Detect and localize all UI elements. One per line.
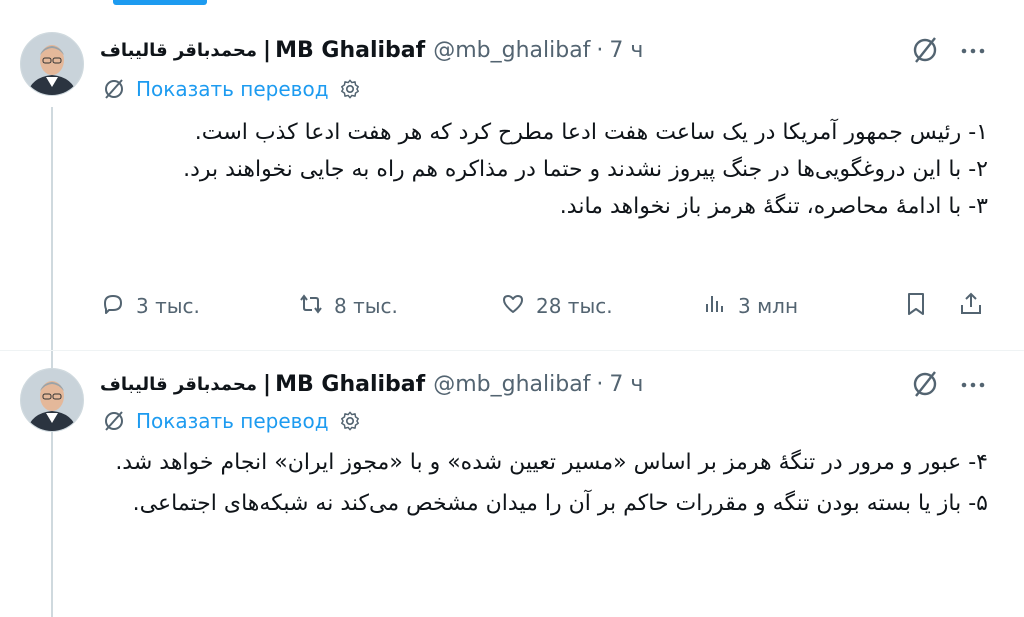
translate-icon	[102, 77, 126, 101]
gear-icon[interactable]	[339, 78, 361, 100]
tweet-line: ۳- با ادامهٔ محاصره، تنگهٔ هرمز باز نخوا…	[559, 194, 988, 219]
tweet-actions: 3 тыс. 8 тыс. 28 тыс. 3 млн	[100, 288, 988, 324]
reply-count: 3 тыс.	[136, 294, 200, 318]
show-translation-link[interactable]: Показать перевод	[102, 74, 361, 104]
more-icon[interactable]	[956, 35, 990, 65]
author-name-fa[interactable]: محمدباقر قالیباف	[100, 374, 257, 395]
like-count: 28 тыс.	[536, 294, 613, 318]
timestamp[interactable]: 7 ч	[609, 38, 643, 63]
timestamp[interactable]: 7 ч	[609, 372, 643, 397]
name-separator: |	[263, 371, 272, 397]
views-count: 3 млн	[738, 294, 799, 318]
name-separator: |	[263, 37, 272, 63]
tweet-line: ۱- رئیس جمهور آمریکا در یک ساعت هفت ادعا…	[194, 120, 988, 145]
tweet-text: ۱- رئیس جمهور آمریکا در یک ساعت هفت ادعا…	[100, 114, 988, 225]
views-icon	[702, 291, 738, 322]
reply-button[interactable]: 3 тыс.	[100, 288, 200, 324]
tweet-divider	[0, 350, 1024, 351]
repost-button[interactable]: 8 тыс.	[298, 288, 398, 324]
author-handle[interactable]: @mb_ghalibaf	[433, 372, 590, 397]
show-translation-link[interactable]: Показать перевод	[102, 406, 361, 436]
tweet-line: ۵- باز یا بسته بودن تنگه و مقررات حاکم ب…	[132, 491, 988, 516]
share-button[interactable]	[958, 288, 984, 324]
bookmark-icon	[903, 291, 929, 322]
tweet-header: محمدباقر قالیباف | MB Ghalibaf @mb_ghali…	[100, 32, 643, 68]
bookmark-button[interactable]	[903, 288, 929, 324]
author-handle[interactable]: @mb_ghalibaf	[433, 38, 590, 63]
more-icon[interactable]	[956, 369, 990, 399]
tweet-text: ۴- عبور و مرور در تنگهٔ هرمز بر اساس «مس…	[100, 444, 988, 522]
gear-icon[interactable]	[339, 410, 361, 432]
heart-icon	[500, 291, 536, 322]
show-translation-label: Показать перевод	[136, 409, 329, 433]
tweet-2[interactable]: محمدباقر قالیباف | MB Ghalibaf @mb_ghali…	[0, 366, 1024, 617]
author-name[interactable]: MB Ghalibaf	[275, 38, 425, 63]
avatar[interactable]	[20, 368, 84, 432]
time-separator: ·	[596, 371, 604, 397]
tweet-header: محمدباقر قالیباف | MB Ghalibaf @mb_ghali…	[100, 366, 643, 402]
tweet-line: ۴- عبور و مرور در تنگهٔ هرمز بر اساس «مس…	[115, 450, 988, 475]
time-separator: ·	[596, 37, 604, 63]
author-name-fa[interactable]: محمدباقر قالیباف	[100, 40, 257, 61]
active-tab-indicator	[113, 0, 207, 5]
tweet-line: ۲- با این دروغگویی‌ها در جنگ پیروز نشدند…	[183, 157, 988, 182]
translate-icon	[102, 409, 126, 433]
tweet-1[interactable]: محمدباقر قالیباف | MB Ghalibaf @mb_ghali…	[0, 30, 1024, 350]
show-translation-label: Показать перевод	[136, 77, 329, 101]
grok-icon[interactable]	[910, 35, 940, 65]
repost-icon	[298, 291, 334, 322]
author-name[interactable]: MB Ghalibaf	[275, 372, 425, 397]
share-icon	[958, 291, 984, 322]
repost-count: 8 тыс.	[334, 294, 398, 318]
reply-icon	[100, 291, 136, 322]
like-button[interactable]: 28 тыс.	[500, 288, 613, 324]
grok-icon[interactable]	[910, 369, 940, 399]
avatar[interactable]	[20, 32, 84, 96]
views-button[interactable]: 3 млн	[702, 288, 798, 324]
